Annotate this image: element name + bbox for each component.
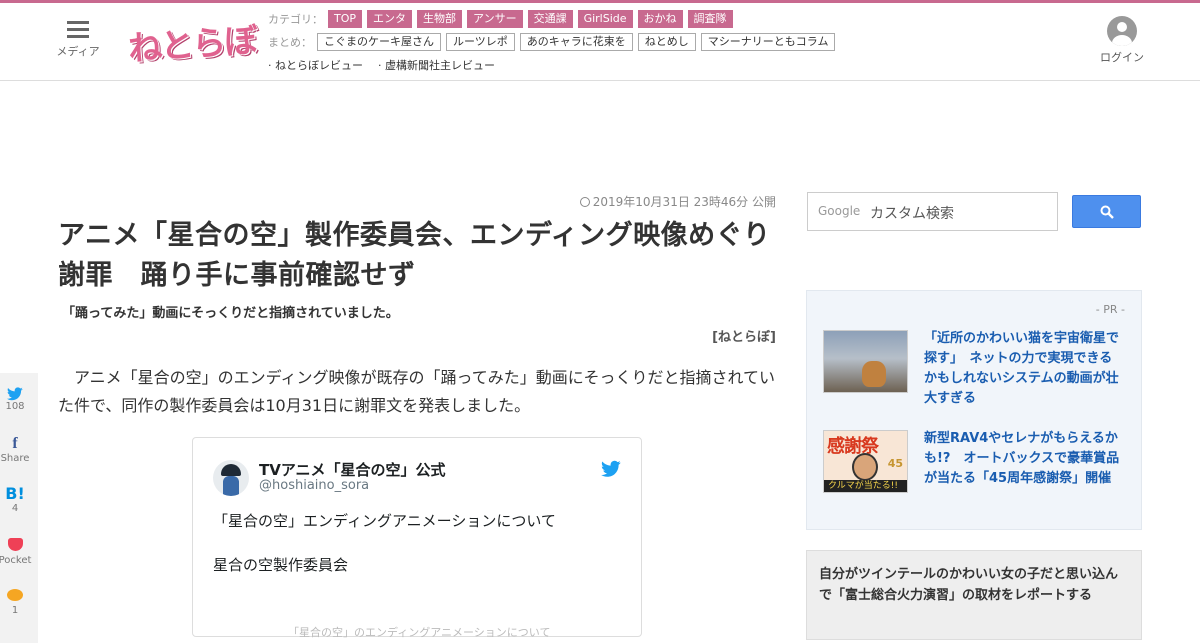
summary-tag-netomeshi[interactable]: ねとめし: [637, 33, 696, 51]
hamburger-icon: [67, 21, 89, 39]
thumbnail-band: クルマが当たる!!: [824, 480, 907, 492]
tweet-avatar[interactable]: [213, 460, 249, 496]
facebook-share-label: Share: [0, 453, 30, 464]
category-nav-label: カテゴリ：: [268, 13, 323, 26]
media-menu-button[interactable]: メディア: [55, 21, 101, 59]
article-subtitle: 「踊ってみた」動画にそっくりだと指摘されていました。: [62, 306, 399, 321]
summary-tag-roots[interactable]: ルーツレポ: [446, 33, 515, 51]
summary-tag-hanataba[interactable]: あのキャラに花束を: [519, 33, 633, 51]
twitter-bird-icon[interactable]: [601, 460, 621, 478]
search-input[interactable]: カスタム検索: [870, 203, 954, 223]
publish-date-text: 2019年10月31日 23時46分 公開: [592, 195, 776, 209]
site-logo[interactable]: ねとらぼ: [126, 13, 257, 71]
article-title: アニメ「星合の空」製作委員会、エンディング映像めぐり謝罪 踊り手に事前確認せず: [58, 220, 771, 291]
cat-image: [862, 361, 886, 387]
comment-count: 1: [11, 605, 19, 616]
pr-link-cat-satellite[interactable]: 「近所のかわいい猫を宇宙衛星で探す」 ネットの力で実現できるかもしれないシステム…: [924, 329, 1124, 409]
google-brand-label: Google: [818, 204, 861, 218]
category-tag-okane[interactable]: おかね: [637, 10, 683, 28]
clock-icon: [579, 197, 590, 207]
pocket-label: Pocket: [0, 555, 32, 566]
category-tag-girlside[interactable]: GirlSide: [577, 10, 633, 28]
tweet-text-line: 「星合の空」エンディングアニメーションについて: [213, 512, 556, 530]
publish-date: 2019年10月31日 23時46分 公開: [579, 193, 776, 210]
category-nav: カテゴリ： TOP エンタ 生物部 アンサー 交通課 GirlSide おかね …: [268, 10, 733, 28]
category-tag-seibutsubu[interactable]: 生物部: [417, 10, 463, 28]
login-label: ログイン: [1100, 51, 1144, 64]
site-header: メディア ねとらぼ カテゴリ： TOP エンタ 生物部 アンサー 交通課 Gir…: [0, 3, 1200, 81]
thumbnail-number: 45: [887, 457, 903, 470]
summary-nav: まとめ： こぐまのケーキ屋さん ルーツレポ あのキャラに花束を ねとめし マシー…: [268, 33, 836, 51]
related-article-link[interactable]: 自分がツインテールのかわいい女の子だと思い込んで「富士総合火力演習」の取材をレポ…: [819, 564, 1129, 606]
review-link-netorabo[interactable]: · ねとらぼレビュー: [268, 57, 363, 73]
login-button[interactable]: ログイン: [1096, 16, 1148, 65]
pr-thumbnail-cat[interactable]: [823, 330, 908, 393]
related-article-box: 自分がツインテールのかわいい女の子だと思い込んで「富士総合火力演習」の取材をレポ…: [806, 550, 1142, 640]
category-tag-top[interactable]: TOP: [328, 10, 363, 28]
user-icon: [1107, 16, 1137, 46]
pr-label: - PR -: [1095, 303, 1125, 316]
category-tag-koutsuuka[interactable]: 交通課: [527, 10, 573, 28]
category-tag-chousatai[interactable]: 調査隊: [687, 10, 733, 28]
media-menu-label: メディア: [56, 45, 100, 58]
summary-tag-machinery[interactable]: マシーナリーともコラム: [700, 33, 836, 51]
category-tag-answer[interactable]: アンサー: [467, 10, 523, 28]
hatena-bookmark-button[interactable]: B! 4: [0, 484, 38, 515]
tweet-author-handle[interactable]: @hoshiaino_sora: [259, 478, 369, 493]
hatena-bookmark-icon: B!: [5, 484, 25, 503]
thumbnail-band-text: クルマが当たる!!: [828, 481, 898, 491]
pocket-button[interactable]: Pocket: [0, 537, 38, 566]
tweet-author-name[interactable]: TVアニメ「星合の空」公式: [259, 459, 446, 480]
thumbnail-person-image: [852, 453, 878, 481]
search-icon: [1100, 205, 1114, 219]
summary-tag-koguma[interactable]: こぐまのケーキ屋さん: [317, 33, 441, 51]
comment-icon: [0, 587, 38, 605]
review-nav: · ねとらぼレビュー · 虚構新聞社主レビュー: [268, 57, 505, 73]
review-link-kyokou[interactable]: · 虚構新聞社主レビュー: [378, 57, 495, 73]
pr-box: - PR - 「近所のかわいい猫を宇宙衛星で探す」 ネットの力で実現できるかもし…: [806, 290, 1142, 530]
tweet-text-line: 星合の空製作委員会: [213, 556, 349, 574]
tweet-attached-image-caption: 「星合の空」のエンディングアニメーションについて: [288, 626, 551, 639]
pocket-icon: [0, 537, 38, 555]
twitter-share-button[interactable]: 108: [0, 387, 38, 412]
article-source: [ねとらぼ]: [712, 330, 776, 345]
facebook-share-button[interactable]: f Share: [0, 435, 38, 464]
embedded-tweet[interactable]: TVアニメ「星合の空」公式 @hoshiaino_sora 「星合の空」エンディ…: [192, 437, 642, 639]
pr-thumbnail-autobacs[interactable]: 感謝祭 45 クルマが当たる!!: [823, 430, 908, 493]
hatena-bookmark-count: 4: [11, 503, 19, 514]
search-button[interactable]: [1072, 195, 1141, 228]
comment-button[interactable]: 1: [0, 587, 38, 616]
pr-link-autobacs[interactable]: 新型RAV4やセレナがもらえるかも!? オートバックスで豪華賞品が当たる「45周…: [924, 429, 1124, 489]
category-tag-enta[interactable]: エンタ: [367, 10, 413, 28]
twitter-share-count: 108: [5, 401, 25, 412]
facebook-icon: f: [12, 435, 18, 452]
summary-nav-label: まとめ：: [268, 36, 312, 49]
twitter-bird-icon: [7, 387, 23, 401]
article-body: アニメ「星合の空」のエンディング映像が既存の「踊ってみた」動画にそっくりだと指摘…: [58, 368, 775, 415]
share-bar: 108 f Share B! 4 Pocket 1: [0, 373, 38, 643]
site-search-box[interactable]: Google カスタム検索: [807, 192, 1058, 231]
